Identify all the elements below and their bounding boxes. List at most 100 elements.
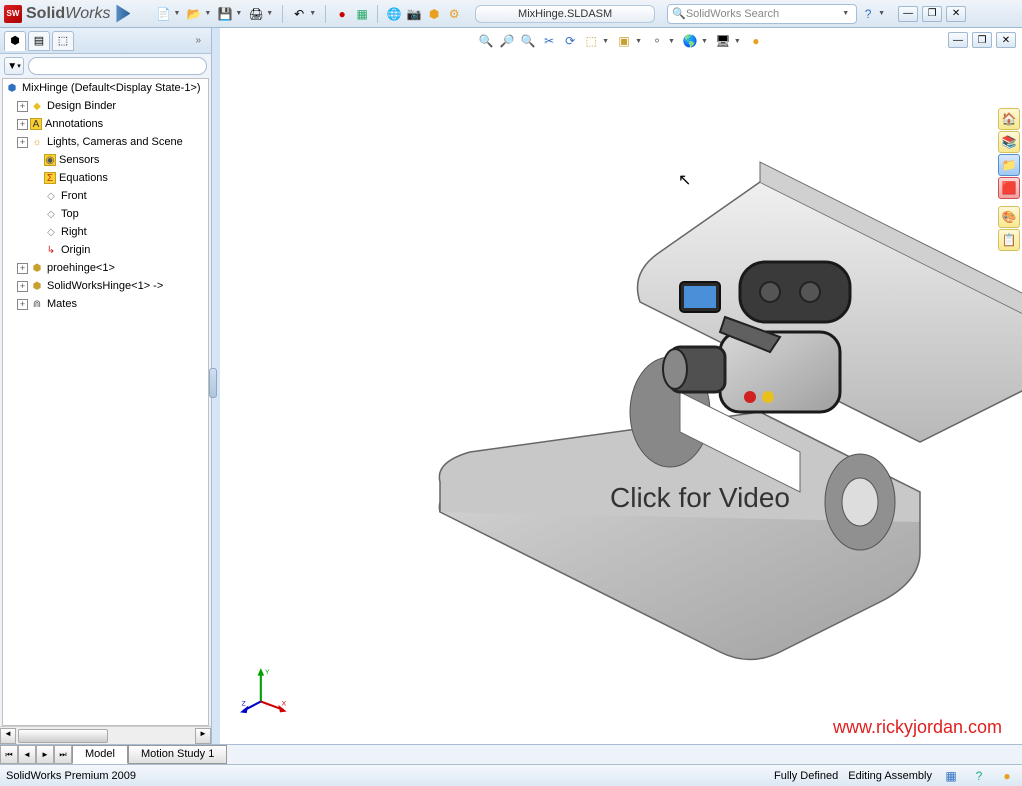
resize-grip-icon[interactable] bbox=[209, 368, 217, 398]
dropdown-icon[interactable]: ▼ bbox=[878, 10, 885, 17]
expand-toggle[interactable]: + bbox=[17, 263, 28, 274]
chevron-right-icon[interactable]: » bbox=[195, 35, 207, 46]
panel-resize-handle[interactable] bbox=[212, 28, 220, 744]
dropdown-icon[interactable]: ▼ bbox=[204, 10, 211, 17]
tab-last-button[interactable]: ⏭ bbox=[54, 745, 72, 764]
options-icon[interactable]: 🌐 bbox=[385, 5, 403, 23]
filter-input[interactable] bbox=[28, 57, 207, 75]
tree-label: Lights, Cameras and Scene bbox=[47, 136, 183, 148]
video-overlay-text[interactable]: Click for Video bbox=[610, 482, 790, 514]
menu-flyout-icon[interactable] bbox=[116, 5, 130, 23]
dropdown-icon[interactable]: ▼ bbox=[842, 10, 849, 17]
dropdown-icon[interactable]: ▼ bbox=[602, 38, 609, 45]
tree-item[interactable]: +☼Lights, Cameras and Scene bbox=[3, 133, 208, 151]
sensors-icon: ◉ bbox=[44, 154, 56, 166]
prev-view-icon[interactable]: 🔍 bbox=[519, 32, 537, 50]
scroll-left-button[interactable]: ◄ bbox=[0, 728, 16, 744]
tree-item[interactable]: +⋒Mates bbox=[3, 295, 208, 313]
close-button[interactable]: ✕ bbox=[996, 32, 1016, 48]
status-help-icon[interactable]: ? bbox=[970, 767, 988, 785]
tree-item[interactable]: ΣEquations bbox=[3, 169, 208, 187]
tools-icon[interactable]: ⚙ bbox=[445, 5, 463, 23]
filter-button[interactable]: ▼▾ bbox=[4, 57, 24, 75]
custom-props-tab[interactable]: 📋 bbox=[998, 229, 1020, 251]
select-icon[interactable]: ● bbox=[333, 5, 351, 23]
resources-tab[interactable]: 🏠 bbox=[998, 108, 1020, 130]
rotate-view-icon[interactable]: ⟳ bbox=[561, 32, 579, 50]
expand-toggle[interactable]: + bbox=[17, 137, 28, 148]
expand-toggle[interactable]: + bbox=[17, 299, 28, 310]
tab-motion-study[interactable]: Motion Study 1 bbox=[128, 745, 227, 764]
feature-tree[interactable]: ⬢ MixHinge (Default<Display State-1>) +◆… bbox=[2, 78, 209, 726]
dropdown-icon[interactable]: ▼ bbox=[173, 10, 180, 17]
view-palette-tab[interactable]: 🟥 bbox=[998, 177, 1020, 199]
design-library-tab[interactable]: 📚 bbox=[998, 131, 1020, 153]
tree-item[interactable]: ◇Right bbox=[3, 223, 208, 241]
close-button[interactable]: ✕ bbox=[946, 6, 966, 22]
hide-show-icon[interactable]: ⚬ bbox=[648, 32, 666, 50]
save-icon[interactable]: 💾 bbox=[216, 5, 234, 23]
new-doc-icon[interactable]: 📄 bbox=[154, 5, 172, 23]
status-rebuild-icon[interactable]: ● bbox=[998, 767, 1016, 785]
search-box[interactable]: 🔍 ▼ bbox=[667, 4, 857, 24]
render-icon[interactable]: ● bbox=[747, 32, 765, 50]
config-manager-tab[interactable]: ⬚ bbox=[52, 31, 74, 51]
section-view-icon[interactable]: ✂ bbox=[540, 32, 558, 50]
feature-tree-tab[interactable]: ⬢ bbox=[4, 31, 26, 51]
dropdown-icon[interactable]: ▼ bbox=[309, 10, 316, 17]
view-orientation-icon[interactable]: ⬚ bbox=[582, 32, 600, 50]
tree-root[interactable]: ⬢ MixHinge (Default<Display State-1>) bbox=[3, 79, 208, 97]
orientation-triad[interactable]: Y X Z bbox=[240, 664, 290, 714]
screen-capture-icon[interactable]: 📷 bbox=[405, 5, 423, 23]
scroll-right-button[interactable]: ► bbox=[195, 728, 211, 744]
tree-item[interactable]: +AAnnotations bbox=[3, 115, 208, 133]
tree-item[interactable]: ◇Top bbox=[3, 205, 208, 223]
watermark-text: www.rickyjordan.com bbox=[833, 717, 1002, 738]
file-explorer-tab[interactable]: 📁 bbox=[998, 154, 1020, 176]
video-camera-icon[interactable] bbox=[640, 242, 860, 432]
expand-toggle[interactable]: + bbox=[17, 281, 28, 292]
expand-toggle[interactable]: + bbox=[17, 101, 28, 112]
display-style-icon[interactable]: ▣ bbox=[615, 32, 633, 50]
minimize-button[interactable]: ― bbox=[898, 6, 918, 22]
graphics-viewport[interactable]: ↖ bbox=[220, 52, 1022, 744]
scene-icon[interactable]: 🌎 bbox=[681, 32, 699, 50]
tree-item[interactable]: ◉Sensors bbox=[3, 151, 208, 169]
rebuild-icon[interactable]: ▦ bbox=[353, 5, 371, 23]
apply-scene-icon[interactable]: 🖥 bbox=[714, 32, 732, 50]
tab-prev-button[interactable]: ◄ bbox=[18, 745, 36, 764]
zoom-fit-icon[interactable]: 🔍 bbox=[477, 32, 495, 50]
tree-item[interactable]: +⬢proehinge<1> bbox=[3, 259, 208, 277]
horizontal-scrollbar[interactable]: ◄ ► bbox=[0, 726, 211, 744]
zoom-area-icon[interactable]: 🔎 bbox=[498, 32, 516, 50]
tree-item[interactable]: +⬢SolidWorksHinge<1> -> bbox=[3, 277, 208, 295]
help-icon[interactable]: ? bbox=[859, 5, 877, 23]
tab-first-button[interactable]: ⏮ bbox=[0, 745, 18, 764]
search-input[interactable] bbox=[686, 8, 843, 20]
undo-icon[interactable]: ↶ bbox=[290, 5, 308, 23]
minimize-button[interactable]: ― bbox=[948, 32, 968, 48]
dropdown-icon[interactable]: ▼ bbox=[266, 10, 273, 17]
expand-toggle[interactable]: + bbox=[17, 119, 28, 130]
dropdown-icon[interactable]: ▼ bbox=[235, 10, 242, 17]
tree-item[interactable]: +◆Design Binder bbox=[3, 97, 208, 115]
maximize-button[interactable]: ❐ bbox=[922, 6, 942, 22]
dropdown-icon[interactable]: ▼ bbox=[668, 38, 675, 45]
dropdown-icon[interactable]: ▼ bbox=[734, 38, 741, 45]
expand-blank bbox=[31, 245, 42, 256]
dropdown-icon[interactable]: ▼ bbox=[635, 38, 642, 45]
scroll-thumb[interactable] bbox=[18, 729, 108, 743]
tree-item[interactable]: ◇Front bbox=[3, 187, 208, 205]
tab-next-button[interactable]: ► bbox=[36, 745, 54, 764]
open-icon[interactable]: 📂 bbox=[185, 5, 203, 23]
tab-model[interactable]: Model bbox=[72, 745, 128, 764]
tab-nav: ⏮ ◄ ► ⏭ bbox=[0, 745, 72, 764]
dropdown-icon[interactable]: ▼ bbox=[701, 38, 708, 45]
property-manager-tab[interactable]: ▤ bbox=[28, 31, 50, 51]
status-unit-icon[interactable]: ▦ bbox=[942, 767, 960, 785]
tree-item[interactable]: ↳Origin bbox=[3, 241, 208, 259]
appearance-icon[interactable]: ⬢ bbox=[425, 5, 443, 23]
appearances-tab[interactable]: 🎨 bbox=[998, 206, 1020, 228]
print-icon[interactable]: 🖨 bbox=[247, 5, 265, 23]
maximize-button[interactable]: ❐ bbox=[972, 32, 992, 48]
